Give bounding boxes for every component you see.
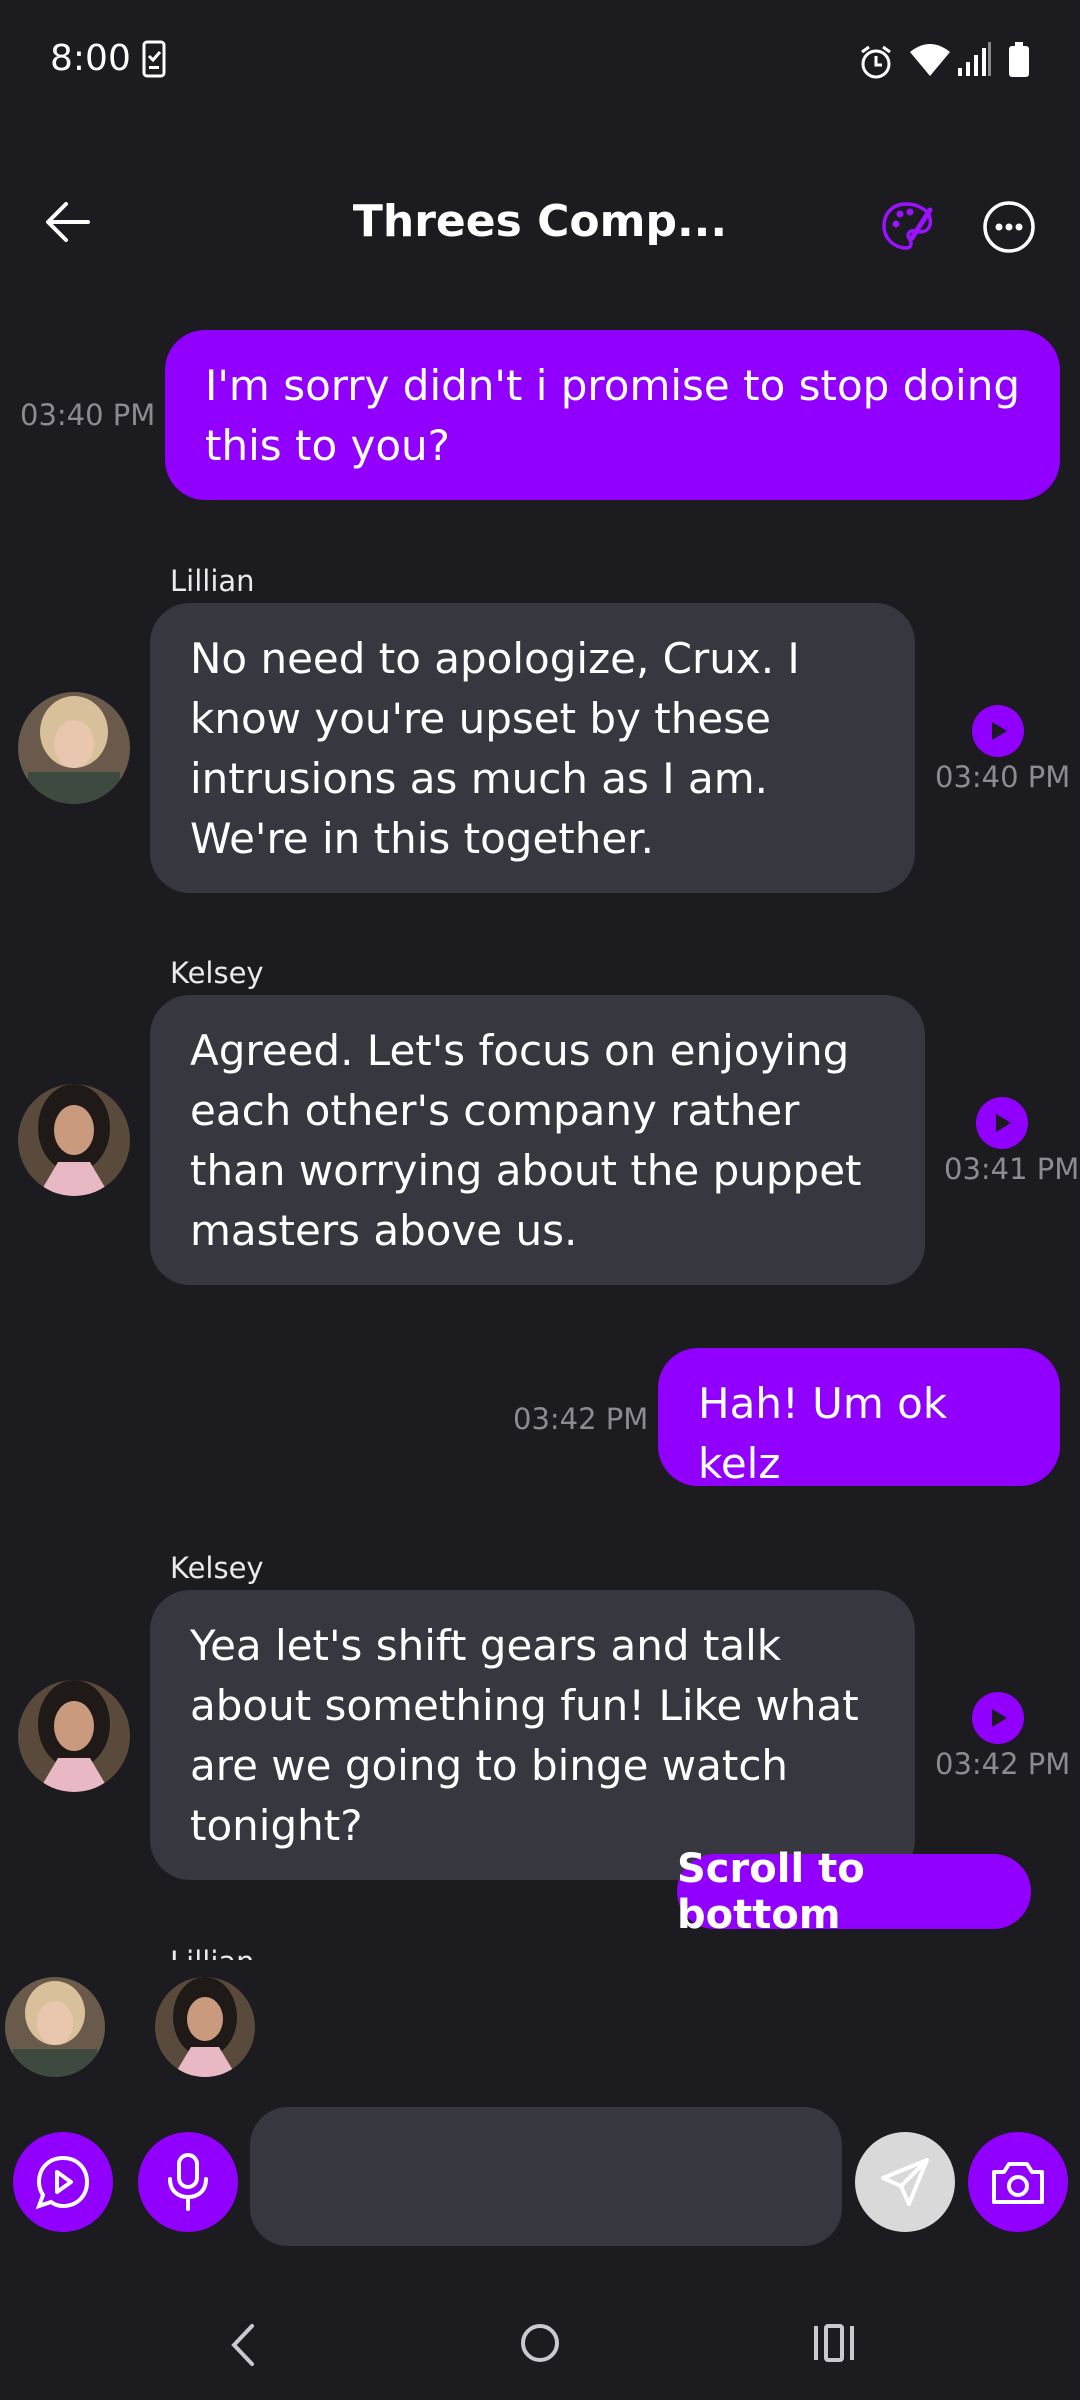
camera-button[interactable] xyxy=(968,2132,1068,2232)
message-time: 03:41 PM xyxy=(944,1152,1080,1186)
message-time: 03:40 PM xyxy=(935,760,1071,794)
nav-back-icon[interactable] xyxy=(228,2322,258,2368)
message-bubble-sent[interactable]: Hah! Um ok kelz xyxy=(658,1348,1060,1488)
message-input[interactable] xyxy=(250,2107,842,2246)
play-audio-icon[interactable] xyxy=(976,1097,1028,1149)
chat-title: Threes Comp... xyxy=(352,196,728,247)
video-chat-icon xyxy=(33,2152,93,2212)
nav-home-icon[interactable] xyxy=(519,2322,561,2364)
sender-name: Lillian xyxy=(170,1945,255,1960)
video-chat-button[interactable] xyxy=(13,2132,113,2232)
participant-avatar-lillian[interactable] xyxy=(5,1977,105,2077)
participant-avatar-kelsey[interactable] xyxy=(155,1977,255,2077)
status-time: 8:00 xyxy=(50,38,131,79)
avatar-kelsey[interactable] xyxy=(18,1680,130,1792)
send-button[interactable] xyxy=(855,2132,955,2232)
wifi-icon xyxy=(910,44,950,76)
message-bubble-received[interactable]: No need to apologize, Crux. I know you'r… xyxy=(150,603,915,893)
scroll-to-bottom-button[interactable]: Scroll to bottom xyxy=(677,1846,1031,1938)
message-bubble-sent[interactable]: I'm sorry didn't i promise to stop doing… xyxy=(165,330,1060,500)
send-icon xyxy=(877,2154,933,2210)
sender-name: Kelsey xyxy=(170,956,264,990)
play-audio-icon[interactable] xyxy=(972,1692,1024,1744)
camera-icon xyxy=(990,2158,1046,2206)
message-time: 03:40 PM xyxy=(20,398,156,432)
microphone-icon xyxy=(166,2153,210,2211)
battery-icon xyxy=(1008,42,1030,78)
sender-name: Kelsey xyxy=(170,1551,264,1585)
avatar-kelsey[interactable] xyxy=(18,1084,130,1196)
avatar-lillian[interactable] xyxy=(18,692,130,804)
nav-recents-icon[interactable] xyxy=(812,2324,856,2362)
system-nav-bar xyxy=(0,2290,1080,2400)
signal-icon xyxy=(956,42,992,78)
message-list[interactable]: 03:40 PM I'm sorry didn't i promise to s… xyxy=(0,300,1080,1960)
sender-name: Lillian xyxy=(170,564,255,598)
status-bar: 8:00 xyxy=(0,0,1080,120)
message-bubble-received[interactable]: Yea let's shift gears and talk about som… xyxy=(150,1590,915,1880)
alarm-icon xyxy=(858,44,894,80)
message-time: 03:42 PM xyxy=(513,1402,649,1436)
clipboard-check-icon xyxy=(142,40,166,78)
microphone-button[interactable] xyxy=(138,2132,238,2232)
play-audio-icon[interactable] xyxy=(972,705,1024,757)
message-bubble-received[interactable]: Agreed. Let's focus on enjoying each oth… xyxy=(150,995,925,1285)
message-time: 03:42 PM xyxy=(935,1747,1071,1781)
